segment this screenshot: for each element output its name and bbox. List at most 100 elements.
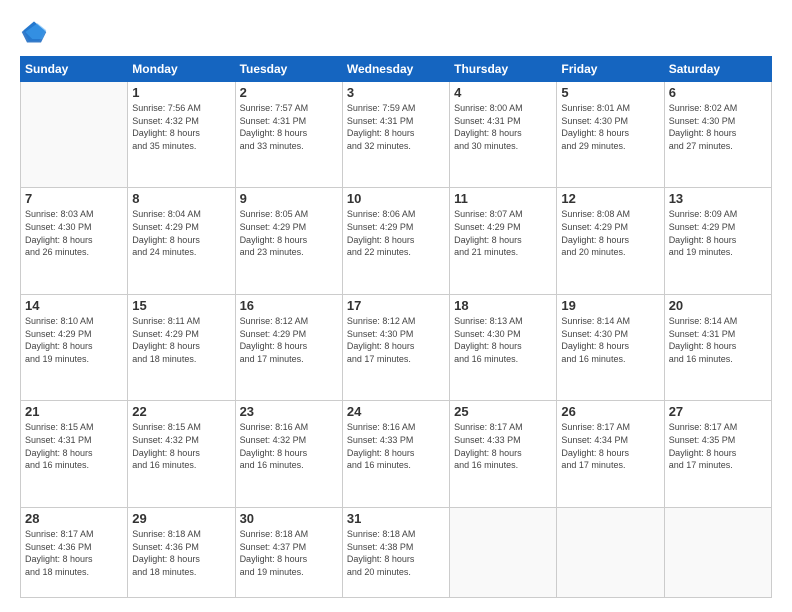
col-header-friday: Friday	[557, 57, 664, 82]
logo-icon	[20, 18, 48, 46]
day-number: 10	[347, 191, 445, 206]
day-detail: Sunrise: 7:57 AM Sunset: 4:31 PM Dayligh…	[240, 102, 338, 152]
table-row: 11Sunrise: 8:07 AM Sunset: 4:29 PM Dayli…	[450, 188, 557, 294]
day-detail: Sunrise: 7:59 AM Sunset: 4:31 PM Dayligh…	[347, 102, 445, 152]
day-number: 21	[25, 404, 123, 419]
table-row: 28Sunrise: 8:17 AM Sunset: 4:36 PM Dayli…	[21, 507, 128, 597]
day-number: 25	[454, 404, 552, 419]
calendar-header-row: SundayMondayTuesdayWednesdayThursdayFrid…	[21, 57, 772, 82]
day-number: 5	[561, 85, 659, 100]
table-row: 16 Sunrise: 8:12 AM Sunset: 4:29 PM Dayli…	[235, 294, 342, 400]
day-detail: Sunrise: 8:12 AM Sunset: 4:30 PM Dayligh…	[347, 315, 445, 365]
day-number: 2	[240, 85, 338, 100]
day-detail: Sunrise: 8:05 AM Sunset: 4:29 PM Dayligh…	[240, 208, 338, 258]
day-detail: Sunrise: 8:16 AM Sunset: 4:33 PM Dayligh…	[347, 421, 445, 471]
day-detail: Sunrise: 8:04 AM Sunset: 4:29 PM Dayligh…	[132, 208, 230, 258]
day-number: 3	[347, 85, 445, 100]
day-detail: Sunrise: 7:56 AM Sunset: 4:32 PM Dayligh…	[132, 102, 230, 152]
table-row: 26Sunrise: 8:17 AM Sunset: 4:34 PM Dayli…	[557, 401, 664, 507]
table-row: 30 Sunrise: 8:18 AM Sunset: 4:37 PM Dayli…	[235, 507, 342, 597]
table-row: 13 Sunrise: 8:09 AM Sunset: 4:29 PM Dayli…	[664, 188, 771, 294]
table-row: 17 Sunrise: 8:12 AM Sunset: 4:30 PM Dayli…	[342, 294, 449, 400]
table-row: 23 Sunrise: 8:16 AM Sunset: 4:32 PM Dayli…	[235, 401, 342, 507]
day-number: 26	[561, 404, 659, 419]
table-row: 18Sunrise: 8:13 AM Sunset: 4:30 PM Dayli…	[450, 294, 557, 400]
col-header-thursday: Thursday	[450, 57, 557, 82]
day-number: 17	[347, 298, 445, 313]
table-row: 4Sunrise: 8:00 AM Sunset: 4:31 PM Daylig…	[450, 82, 557, 188]
table-row: 27 Sunrise: 8:17 AM Sunset: 4:35 PM Dayli…	[664, 401, 771, 507]
day-detail: Sunrise: 8:18 AM Sunset: 4:37 PM Dayligh…	[240, 528, 338, 578]
table-row: 20 Sunrise: 8:14 AM Sunset: 4:31 PM Dayli…	[664, 294, 771, 400]
day-number: 6	[669, 85, 767, 100]
day-detail: Sunrise: 8:12 AM Sunset: 4:29 PM Dayligh…	[240, 315, 338, 365]
day-number: 14	[25, 298, 123, 313]
table-row: 8Sunrise: 8:04 AM Sunset: 4:29 PM Daylig…	[128, 188, 235, 294]
table-row: 12 Sunrise: 8:08 AM Sunset: 4:29 PM Dayli…	[557, 188, 664, 294]
day-number: 22	[132, 404, 230, 419]
day-number: 18	[454, 298, 552, 313]
day-detail: Sunrise: 8:06 AM Sunset: 4:29 PM Dayligh…	[347, 208, 445, 258]
day-detail: Sunrise: 8:15 AM Sunset: 4:31 PM Dayligh…	[25, 421, 123, 471]
page: SundayMondayTuesdayWednesdayThursdayFrid…	[0, 0, 792, 612]
table-row	[557, 507, 664, 597]
day-detail: Sunrise: 8:01 AM Sunset: 4:30 PM Dayligh…	[561, 102, 659, 152]
day-detail: Sunrise: 8:18 AM Sunset: 4:38 PM Dayligh…	[347, 528, 445, 578]
day-detail: Sunrise: 8:18 AM Sunset: 4:36 PM Dayligh…	[132, 528, 230, 578]
table-row: 21 Sunrise: 8:15 AM Sunset: 4:31 PM Dayli…	[21, 401, 128, 507]
day-number: 29	[132, 511, 230, 526]
table-row: 19 Sunrise: 8:14 AM Sunset: 4:30 PM Dayli…	[557, 294, 664, 400]
table-row: 22 Sunrise: 8:15 AM Sunset: 4:32 PM Dayli…	[128, 401, 235, 507]
table-row: 1 Sunrise: 7:56 AM Sunset: 4:32 PM Daylig…	[128, 82, 235, 188]
header	[20, 18, 772, 46]
calendar-week-3: 21 Sunrise: 8:15 AM Sunset: 4:31 PM Dayli…	[21, 401, 772, 507]
table-row: 7 Sunrise: 8:03 AM Sunset: 4:30 PM Daylig…	[21, 188, 128, 294]
table-row: 14 Sunrise: 8:10 AM Sunset: 4:29 PM Dayli…	[21, 294, 128, 400]
table-row: 24 Sunrise: 8:16 AM Sunset: 4:33 PM Dayli…	[342, 401, 449, 507]
table-row	[21, 82, 128, 188]
day-detail: Sunrise: 8:14 AM Sunset: 4:31 PM Dayligh…	[669, 315, 767, 365]
day-detail: Sunrise: 8:14 AM Sunset: 4:30 PM Dayligh…	[561, 315, 659, 365]
table-row: 5 Sunrise: 8:01 AM Sunset: 4:30 PM Daylig…	[557, 82, 664, 188]
table-row: 25 Sunrise: 8:17 AM Sunset: 4:33 PM Dayli…	[450, 401, 557, 507]
table-row	[450, 507, 557, 597]
day-number: 7	[25, 191, 123, 206]
day-number: 27	[669, 404, 767, 419]
day-number: 12	[561, 191, 659, 206]
day-detail: Sunrise: 8:16 AM Sunset: 4:32 PM Dayligh…	[240, 421, 338, 471]
calendar-week-0: 1 Sunrise: 7:56 AM Sunset: 4:32 PM Daylig…	[21, 82, 772, 188]
day-detail: Sunrise: 8:03 AM Sunset: 4:30 PM Dayligh…	[25, 208, 123, 258]
table-row: 15 Sunrise: 8:11 AM Sunset: 4:29 PM Dayli…	[128, 294, 235, 400]
day-detail: Sunrise: 8:09 AM Sunset: 4:29 PM Dayligh…	[669, 208, 767, 258]
day-number: 20	[669, 298, 767, 313]
day-number: 24	[347, 404, 445, 419]
day-number: 31	[347, 511, 445, 526]
day-number: 1	[132, 85, 230, 100]
day-detail: Sunrise: 8:11 AM Sunset: 4:29 PM Dayligh…	[132, 315, 230, 365]
day-detail: Sunrise: 8:17 AM Sunset: 4:35 PM Dayligh…	[669, 421, 767, 471]
day-number: 15	[132, 298, 230, 313]
day-number: 16	[240, 298, 338, 313]
day-detail: Sunrise: 8:17 AM Sunset: 4:33 PM Dayligh…	[454, 421, 552, 471]
table-row: 10 Sunrise: 8:06 AM Sunset: 4:29 PM Dayli…	[342, 188, 449, 294]
col-header-monday: Monday	[128, 57, 235, 82]
day-detail: Sunrise: 8:10 AM Sunset: 4:29 PM Dayligh…	[25, 315, 123, 365]
col-header-wednesday: Wednesday	[342, 57, 449, 82]
day-detail: Sunrise: 8:15 AM Sunset: 4:32 PM Dayligh…	[132, 421, 230, 471]
table-row: 3 Sunrise: 7:59 AM Sunset: 4:31 PM Daylig…	[342, 82, 449, 188]
day-number: 19	[561, 298, 659, 313]
day-number: 28	[25, 511, 123, 526]
logo	[20, 18, 50, 46]
day-number: 30	[240, 511, 338, 526]
calendar-week-2: 14 Sunrise: 8:10 AM Sunset: 4:29 PM Dayli…	[21, 294, 772, 400]
day-number: 23	[240, 404, 338, 419]
day-detail: Sunrise: 8:02 AM Sunset: 4:30 PM Dayligh…	[669, 102, 767, 152]
day-number: 13	[669, 191, 767, 206]
table-row: 9Sunrise: 8:05 AM Sunset: 4:29 PM Daylig…	[235, 188, 342, 294]
day-detail: Sunrise: 8:08 AM Sunset: 4:29 PM Dayligh…	[561, 208, 659, 258]
day-detail: Sunrise: 8:00 AM Sunset: 4:31 PM Dayligh…	[454, 102, 552, 152]
calendar-table: SundayMondayTuesdayWednesdayThursdayFrid…	[20, 56, 772, 598]
table-row: 31 Sunrise: 8:18 AM Sunset: 4:38 PM Dayli…	[342, 507, 449, 597]
day-detail: Sunrise: 8:07 AM Sunset: 4:29 PM Dayligh…	[454, 208, 552, 258]
col-header-saturday: Saturday	[664, 57, 771, 82]
